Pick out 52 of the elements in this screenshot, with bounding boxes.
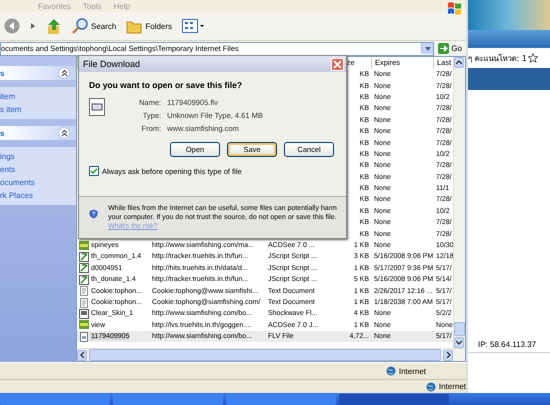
windows-flag-icon bbox=[446, 0, 463, 16]
task-pane-header[interactable]: s bbox=[0, 126, 76, 140]
folder-up-icon[interactable] bbox=[46, 18, 62, 34]
scroll-up-button[interactable] bbox=[454, 57, 464, 68]
search-icon bbox=[72, 18, 88, 34]
status-zone: Internet bbox=[398, 366, 426, 376]
collapse-chevron-icon[interactable] bbox=[60, 129, 68, 137]
dropdown-arrow-icon[interactable] bbox=[30, 22, 36, 30]
task-link[interactable]: rk Places bbox=[0, 190, 76, 201]
dialog-title: File Download bbox=[83, 59, 140, 69]
collapse-chevron-icon[interactable] bbox=[60, 69, 68, 77]
task-pane-title: s bbox=[0, 68, 4, 78]
checkbox[interactable] bbox=[89, 166, 99, 176]
script-file-icon bbox=[79, 252, 89, 262]
text-file-icon bbox=[79, 286, 89, 296]
dropdown-arrow-icon[interactable] bbox=[424, 46, 431, 50]
script-file-icon bbox=[79, 263, 89, 274]
search-button[interactable]: Search bbox=[70, 15, 118, 37]
task-link[interactable]: ings bbox=[0, 151, 76, 162]
status-zone: Internet bbox=[438, 382, 466, 391]
task-link[interactable]: ents bbox=[0, 164, 76, 175]
task-pane-title: s bbox=[0, 128, 4, 138]
globe-icon bbox=[426, 382, 436, 392]
scroll-thumb[interactable] bbox=[454, 322, 465, 336]
views-icon[interactable] bbox=[182, 19, 204, 33]
chevron-up-icon bbox=[456, 60, 462, 65]
vote-count: ๆ คะแนนโหวต: 1 bbox=[468, 52, 527, 64]
dialog-question: Do you want to open or save this file? bbox=[89, 80, 244, 90]
image-file-icon bbox=[79, 240, 89, 251]
file-icon bbox=[89, 98, 105, 116]
scroll-thumb[interactable] bbox=[89, 349, 441, 361]
task-link[interactable]: s item bbox=[0, 104, 76, 115]
chevron-right-icon bbox=[446, 352, 450, 358]
star-icon[interactable] bbox=[528, 53, 538, 63]
task-link[interactable]: ocuments bbox=[0, 177, 76, 188]
ip-address: IP: 58.64.113.37 bbox=[468, 340, 550, 353]
task-pane-header[interactable]: s bbox=[0, 66, 76, 80]
folders-button[interactable]: Folders bbox=[124, 15, 174, 37]
scroll-down-button[interactable] bbox=[454, 337, 464, 348]
script-file-icon bbox=[79, 274, 89, 285]
video-file-icon bbox=[79, 332, 89, 342]
image-file-icon bbox=[79, 320, 89, 330]
scroll-right-button[interactable] bbox=[443, 350, 453, 360]
close-button[interactable] bbox=[331, 58, 344, 70]
chevron-left-icon bbox=[80, 352, 84, 358]
scroll-left-button[interactable] bbox=[77, 350, 87, 360]
chevron-down-icon bbox=[456, 340, 462, 345]
text-file-icon bbox=[79, 298, 89, 308]
task-link[interactable]: item bbox=[0, 91, 76, 102]
flash-file-icon bbox=[79, 308, 89, 319]
go-button[interactable]: Go bbox=[436, 43, 466, 54]
globe-icon bbox=[386, 366, 396, 376]
